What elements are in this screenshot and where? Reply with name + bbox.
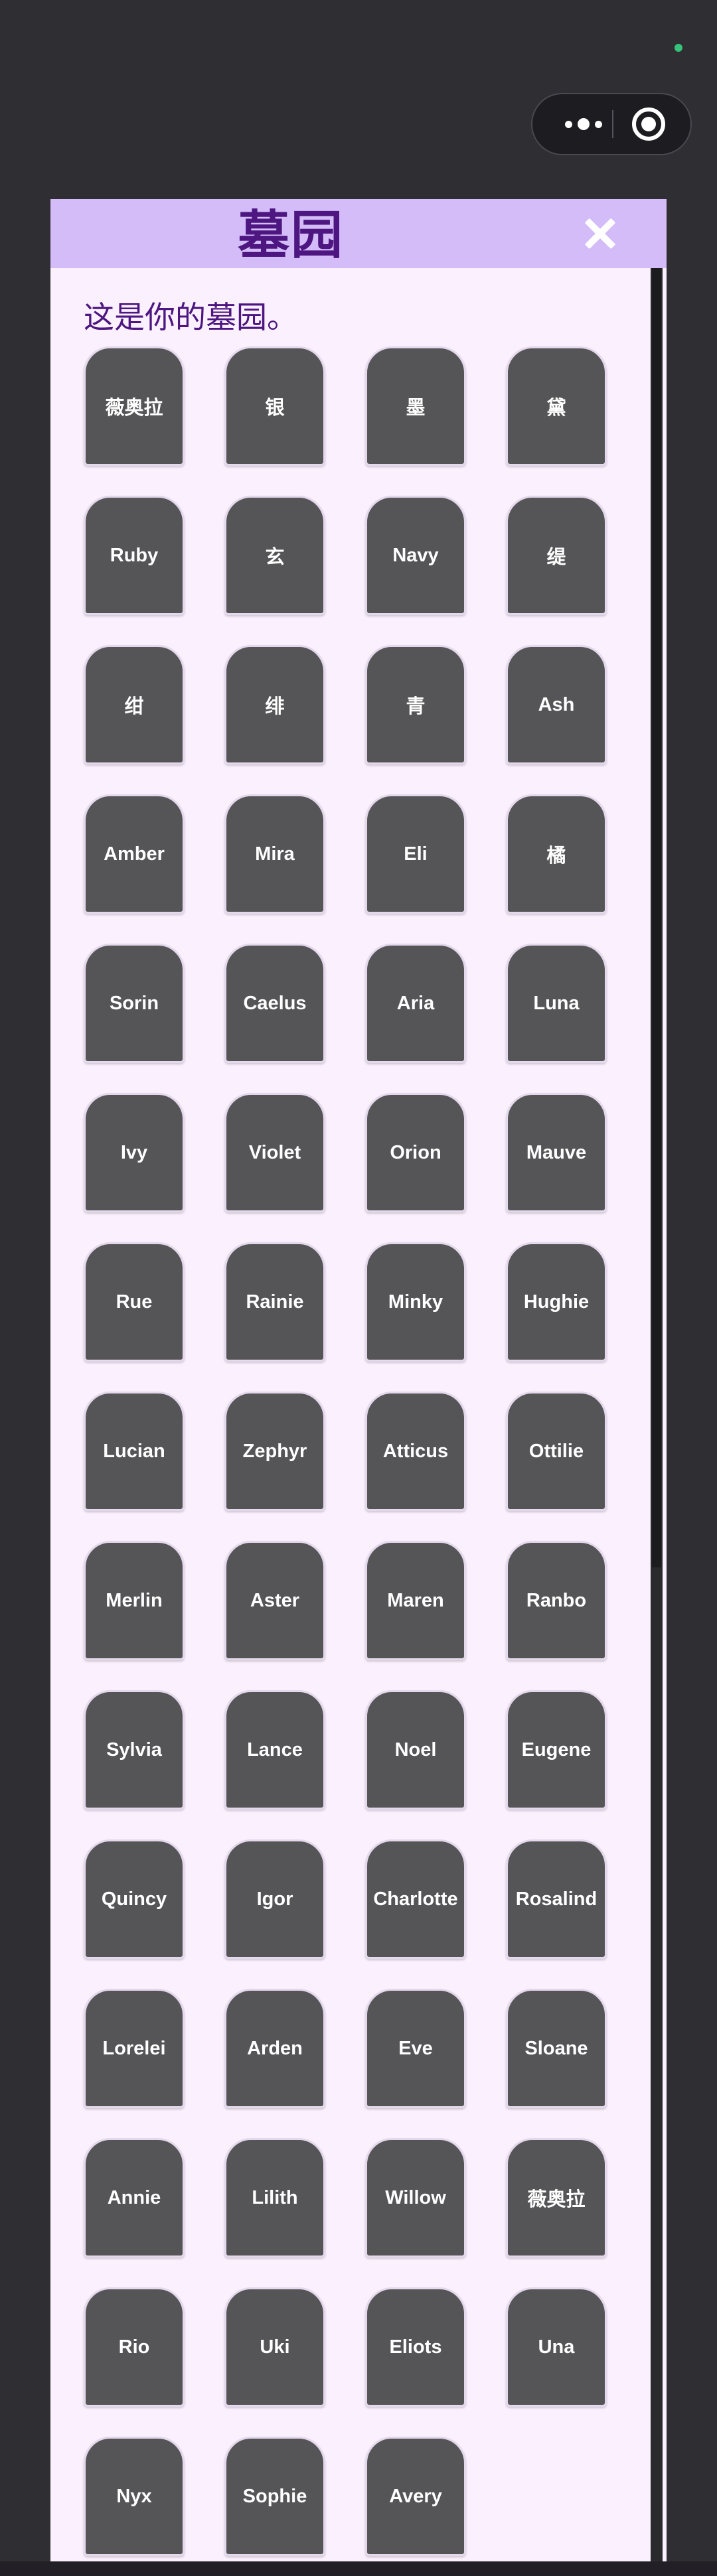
tombstone[interactable]: Ottilie	[506, 1392, 607, 1511]
tombstone[interactable]: Amber	[84, 794, 185, 914]
tombstone[interactable]: 绯	[224, 645, 325, 764]
tombstone[interactable]: 墨	[365, 346, 466, 466]
graveyard-panel: 墓园 这是你的墓园。 薇奥拉银墨黛 Ruby 玄 Navy 缇绀绯青 Ash Amber Mi…	[50, 199, 667, 2576]
tombstone[interactable]: Willow	[365, 2138, 466, 2257]
tombstone[interactable]: 青	[365, 645, 466, 764]
tombstone[interactable]: Maren	[365, 1541, 466, 1660]
tombstone[interactable]: 缇	[506, 496, 607, 615]
tombstone[interactable]: Quincy	[84, 1839, 185, 1959]
close-icon[interactable]	[580, 214, 620, 253]
tombstone[interactable]: 黛	[506, 346, 607, 466]
tombstone[interactable]: Eugene	[506, 1690, 607, 1810]
bottom-edge	[0, 2561, 717, 2576]
tombstone[interactable]: Orion	[365, 1093, 466, 1212]
tombstone[interactable]: Eve	[365, 1989, 466, 2108]
tombstone[interactable]: Hughie	[506, 1242, 607, 1362]
mini-program-capsule	[531, 93, 692, 155]
tombstone[interactable]: Lucian	[84, 1392, 185, 1511]
tombstone[interactable]: Rosalind	[506, 1839, 607, 1959]
tombstone[interactable]: Rainie	[224, 1242, 325, 1362]
tombstone[interactable]: Minky	[365, 1242, 466, 1362]
tombstone[interactable]: 玄	[224, 496, 325, 615]
tombstone[interactable]: Ruby	[84, 496, 185, 615]
tombstone[interactable]: Mauve	[506, 1093, 607, 1212]
tombstone[interactable]: Rue	[84, 1242, 185, 1362]
tombstone[interactable]: Zephyr	[224, 1392, 325, 1511]
tombstone[interactable]: 橘	[506, 794, 607, 914]
tombstone[interactable]: Avery	[365, 2437, 466, 2556]
tombstone[interactable]: Eliots	[365, 2287, 466, 2407]
tombstone[interactable]: Luna	[506, 944, 607, 1063]
tombstone[interactable]: Mira	[224, 794, 325, 914]
tombstone[interactable]: Atticus	[365, 1392, 466, 1511]
tombstone[interactable]: Sylvia	[84, 1690, 185, 1810]
tombstone[interactable]: Sophie	[224, 2437, 325, 2556]
tombstone[interactable]: Caelus	[224, 944, 325, 1063]
tombstone[interactable]: Aster	[224, 1541, 325, 1660]
capsule-divider	[612, 110, 613, 138]
scrollbar-thumb[interactable]	[652, 268, 661, 1567]
tombstone[interactable]: Lance	[224, 1690, 325, 1810]
tombstone[interactable]: Violet	[224, 1093, 325, 1212]
tombstone[interactable]: Uki	[224, 2287, 325, 2407]
tombstone[interactable]: Aria	[365, 944, 466, 1063]
tombstone[interactable]: Navy	[365, 496, 466, 615]
tombstone[interactable]: Charlotte	[365, 1839, 466, 1959]
intro-text: 这是你的墓园。	[84, 300, 297, 334]
tombstone[interactable]: 薇奥拉	[506, 2138, 607, 2257]
tombstone[interactable]: Eli	[365, 794, 466, 914]
tombstone[interactable]: Noel	[365, 1690, 466, 1810]
tombstone[interactable]: Una	[506, 2287, 607, 2407]
tombstone[interactable]: Lilith	[224, 2138, 325, 2257]
tombstone[interactable]: Ranbo	[506, 1541, 607, 1660]
tombstone[interactable]: Arden	[224, 1989, 325, 2108]
tombstone[interactable]: Ivy	[84, 1093, 185, 1212]
tombstone[interactable]: Sorin	[84, 944, 185, 1063]
tombstone[interactable]: Igor	[224, 1839, 325, 1959]
tombstone[interactable]: 薇奥拉	[84, 346, 185, 466]
status-indicator	[675, 44, 682, 52]
tombstone[interactable]: Merlin	[84, 1541, 185, 1660]
scrollbar[interactable]	[651, 268, 663, 2576]
tombstone-grid: 薇奥拉银墨黛 Ruby 玄 Navy 缇绀绯青 Ash Amber Mira Eli 橘 Sorin…	[84, 346, 615, 2556]
tombstone[interactable]: Nyx	[84, 2437, 185, 2556]
tombstone[interactable]: Ash	[506, 645, 607, 764]
close-mini-program-icon[interactable]	[632, 107, 665, 141]
more-options-icon[interactable]	[555, 94, 612, 154]
tombstone[interactable]: 银	[224, 346, 325, 466]
panel-header: 墓园	[50, 199, 667, 268]
tombstone[interactable]: Annie	[84, 2138, 185, 2257]
tombstone[interactable]: Rio	[84, 2287, 185, 2407]
panel-title: 墓园	[238, 206, 345, 264]
tombstone[interactable]: Sloane	[506, 1989, 607, 2108]
tombstone[interactable]: 绀	[84, 645, 185, 764]
tombstone[interactable]: Lorelei	[84, 1989, 185, 2108]
